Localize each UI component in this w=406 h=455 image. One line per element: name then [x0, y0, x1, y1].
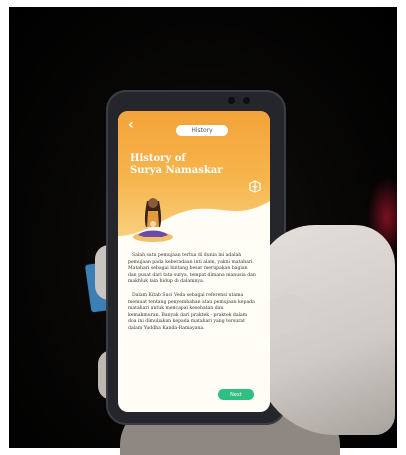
chevron-right-icon[interactable]: › [221, 122, 225, 133]
article-paragraph-2: Dalam Kitab Suci Veda sebagai referensi … [128, 292, 255, 331]
front-camera [228, 97, 235, 104]
next-button-label: Next [230, 391, 242, 398]
next-button[interactable]: Next [218, 389, 254, 400]
book-icon[interactable] [248, 179, 262, 193]
title-line-2: Surya Namaskar [130, 165, 223, 176]
back-arrow-icon[interactable]: ‹ [128, 117, 134, 133]
page-title: History of Surya Namaskar [130, 153, 223, 177]
article-paragraph-1: Salah satu pemujaan tertua di dunia ini … [128, 253, 256, 285]
meditating-woman-illustration [133, 198, 173, 242]
history-pill-label: History [191, 127, 213, 134]
front-sensor [243, 97, 250, 104]
title-line-1: History of [130, 153, 186, 164]
history-article: Salah satu pemujaan tertua di dunia ini … [128, 253, 256, 340]
phone-screen: ‹ History › History of Surya Namaskar Sa… [118, 111, 270, 412]
